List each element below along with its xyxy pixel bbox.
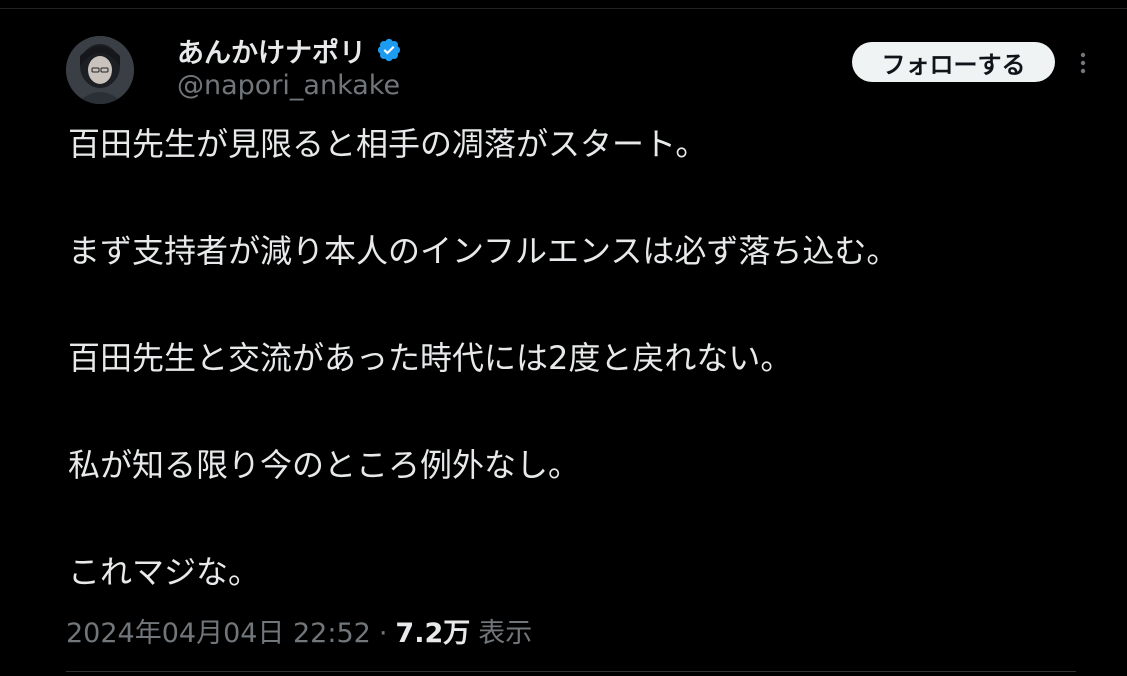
tweet-line: 私が知る限り今のところ例外なし。 bbox=[68, 446, 581, 484]
tweet-meta: 2024年04月04日 22:52 · 7.2万 表示 bbox=[66, 611, 532, 650]
avatar-portrait-icon bbox=[66, 36, 134, 104]
views-count[interactable]: 7.2万 bbox=[395, 611, 470, 650]
author-handle[interactable]: @napori_ankake bbox=[177, 70, 400, 101]
tweet-timestamp[interactable]: 2024年04月04日 22:52 bbox=[66, 611, 371, 650]
tweet-line: 百田先生が見限ると相手の凋落がスタート。 bbox=[68, 125, 708, 163]
verified-badge-icon[interactable] bbox=[376, 37, 402, 63]
meta-separator: · bbox=[378, 618, 388, 649]
author-display-name[interactable]: あんかけナポリ bbox=[177, 31, 366, 70]
tweet-line: これマジな。 bbox=[68, 553, 261, 591]
top-divider bbox=[0, 8, 1127, 9]
author-name-row: あんかけナポリ bbox=[177, 30, 402, 70]
tweet-line: まず支持者が減り本人のインフルエンスは必ず落ち込む。 bbox=[68, 232, 899, 270]
follow-button[interactable]: フォローする bbox=[852, 42, 1055, 82]
views-label: 表示 bbox=[478, 618, 533, 649]
avatar[interactable] bbox=[66, 36, 134, 104]
tweet-line: 百田先生と交流があった時代には2度と戻れない。 bbox=[68, 339, 793, 377]
more-options-icon[interactable] bbox=[1068, 46, 1098, 80]
bottom-divider bbox=[66, 671, 1076, 672]
vertical-dots-icon bbox=[1080, 52, 1086, 74]
tweet-text: 百田先生が見限ると相手の凋落がスタート。 まず支持者が減り本人のインフルエンスは… bbox=[68, 120, 1078, 596]
